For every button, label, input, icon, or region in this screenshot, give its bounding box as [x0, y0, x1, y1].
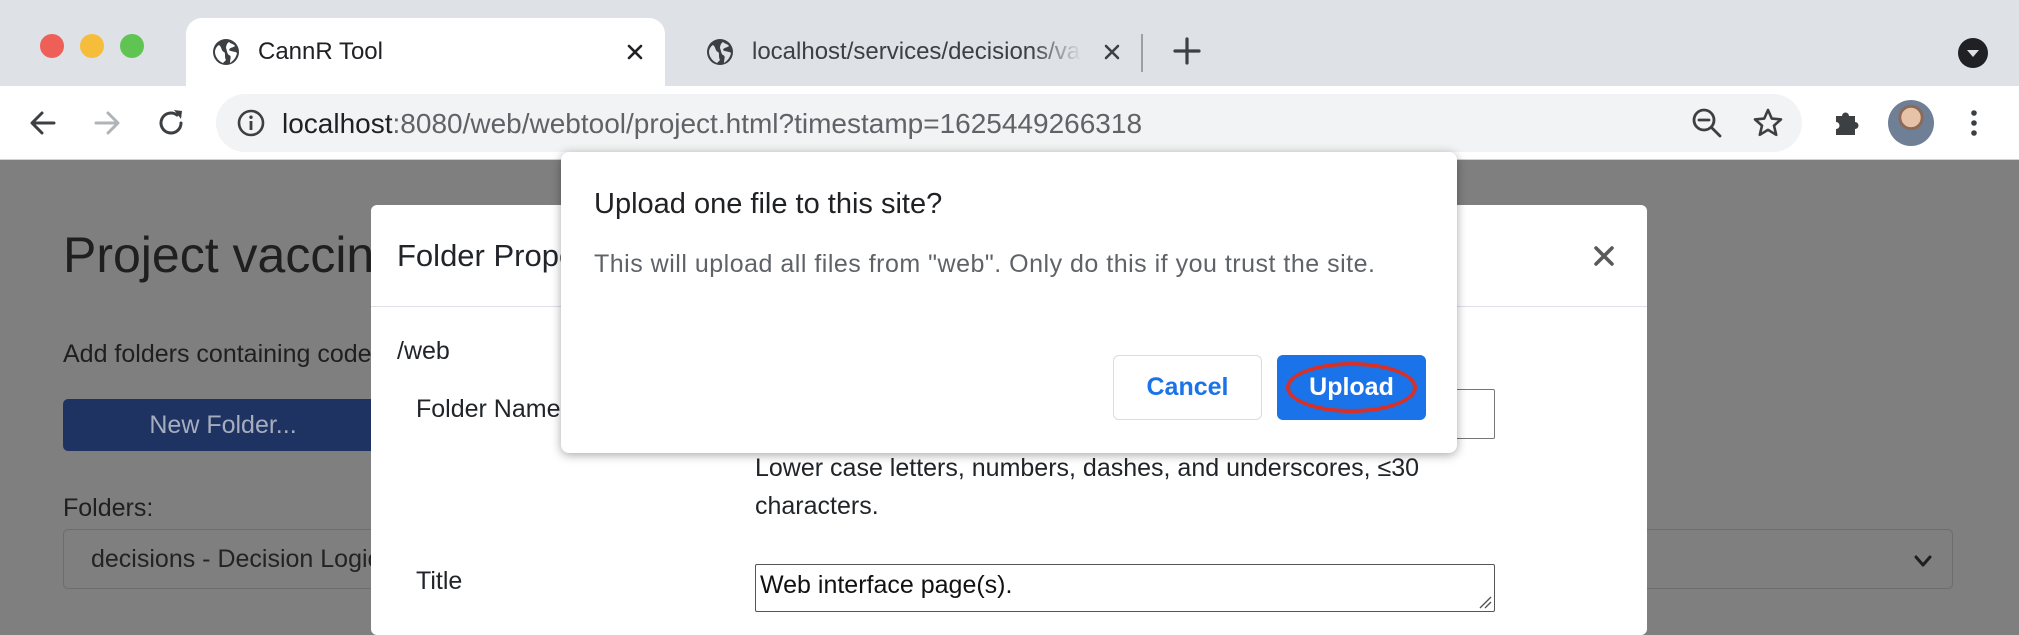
new-folder-button[interactable]: New Folder... — [63, 399, 383, 451]
folders-select-value: decisions - Decision Logic — [91, 545, 381, 573]
highlight-ring — [1286, 362, 1417, 413]
tab-cannr-tool[interactable]: CannR Tool — [186, 18, 665, 86]
tab-divider — [1141, 34, 1143, 72]
tab-search-button[interactable] — [1958, 38, 1988, 68]
close-window-button[interactable] — [40, 34, 64, 58]
url-path: :8080/web/webtool/project.html?timestamp… — [392, 108, 1143, 139]
bookmark-star-icon[interactable] — [1751, 106, 1785, 140]
extensions-puzzle-icon[interactable] — [1830, 106, 1864, 140]
url-host: localhost — [282, 108, 393, 139]
page-title: Project vaccine — [63, 227, 403, 283]
folder-name-help: Lower case letters, numbers, dashes, and… — [755, 454, 1420, 520]
folder-path: /web — [397, 337, 450, 365]
dialog-message: This will upload all files from "web". O… — [594, 250, 1376, 278]
url-text: localhost:8080/web/webtool/project.html?… — [282, 108, 1142, 140]
zoom-out-icon[interactable] — [1690, 106, 1724, 140]
title-field-value: Web interface page(s). — [760, 571, 1013, 599]
folder-name-label: Folder Name — [416, 395, 561, 423]
browser-toolbar: localhost:8080/web/webtool/project.html?… — [0, 86, 2019, 160]
chevron-down-icon — [1967, 50, 1979, 57]
new-tab-icon[interactable] — [1170, 34, 1204, 68]
forward-arrow-icon[interactable] — [90, 106, 124, 140]
more-menu-icon[interactable] — [1957, 106, 1991, 140]
zoom-window-button[interactable] — [120, 34, 144, 58]
back-arrow-icon[interactable] — [26, 106, 60, 140]
close-icon[interactable] — [1591, 243, 1617, 269]
close-tab-icon[interactable] — [623, 40, 647, 64]
chevron-down-icon — [1914, 555, 1932, 567]
address-bar[interactable]: localhost:8080/web/webtool/project.html?… — [216, 94, 1802, 152]
profile-avatar[interactable] — [1888, 100, 1934, 146]
title-field[interactable]: Web interface page(s). — [755, 564, 1495, 612]
info-icon[interactable] — [236, 108, 266, 138]
page-intro-text: Add folders containing code — [63, 340, 372, 368]
cancel-button[interactable]: Cancel — [1113, 355, 1262, 420]
title-label: Title — [416, 567, 463, 595]
upload-confirm-dialog: Upload one file to this site? This will … — [561, 152, 1457, 453]
globe-icon — [213, 39, 239, 65]
globe-icon — [707, 39, 733, 65]
dialog-title: Upload one file to this site? — [594, 188, 943, 220]
tab-title: CannR Tool — [258, 38, 383, 65]
tab-strip: CannR Tool localhost/services/decisions/… — [0, 0, 2019, 86]
minimize-window-button[interactable] — [80, 34, 104, 58]
tab-localhost-services[interactable]: localhost/services/decisions/vaccine — [680, 18, 1142, 86]
upload-button[interactable]: Upload — [1277, 355, 1426, 420]
close-tab-icon[interactable] — [1100, 40, 1124, 64]
reload-icon[interactable] — [154, 106, 188, 140]
tab-title: localhost/services/decisions/vaccine — [752, 38, 1082, 65]
folders-label: Folders: — [63, 494, 154, 522]
resize-grip-icon[interactable] — [1478, 595, 1492, 609]
